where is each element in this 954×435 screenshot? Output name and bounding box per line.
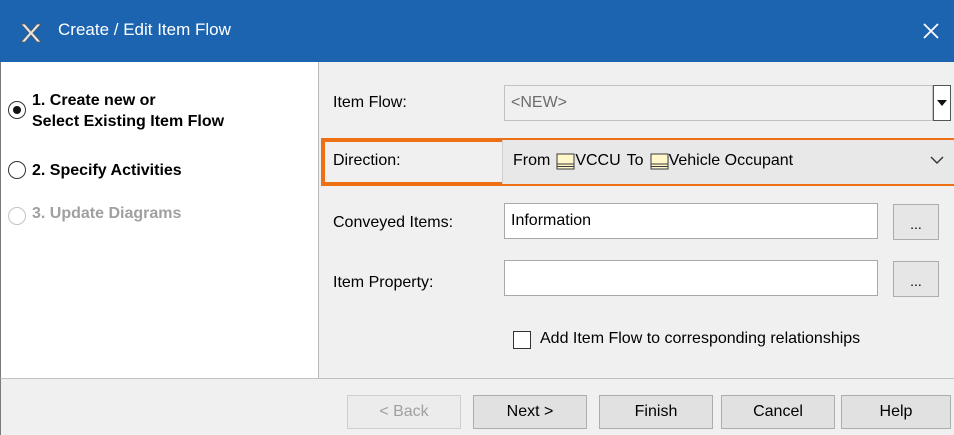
conveyed-items-browse-button[interactable]: ...	[893, 204, 939, 240]
conveyed-items-label: Conveyed Items:	[333, 214, 454, 231]
add-item-flow-checkbox[interactable]	[513, 331, 531, 349]
step-2-label[interactable]: 2. Specify Activities	[32, 160, 182, 181]
step-1-line1: 1. Create new or	[32, 92, 156, 109]
close-icon	[923, 23, 939, 39]
direction-value: From VCCU To Vehicle Occupant	[513, 152, 793, 170]
item-flow-label: Item Flow:	[333, 94, 407, 111]
button-bar: < Back Next > Finish Cancel Help	[0, 378, 954, 435]
item-flow-field[interactable]: <NEW>	[504, 85, 933, 121]
block-icon	[650, 153, 669, 169]
add-item-flow-label[interactable]: Add Item Flow to corresponding relations…	[540, 330, 860, 348]
help-button[interactable]: Help	[841, 395, 951, 429]
chevron-down-icon	[937, 100, 947, 106]
step-2-radio[interactable]	[8, 161, 26, 179]
direction-source: VCCU	[575, 152, 621, 169]
next-button[interactable]: Next >	[473, 395, 587, 429]
step-1-radio[interactable]	[8, 101, 26, 119]
title-bar: Create / Edit Item Flow	[0, 0, 954, 62]
back-button[interactable]: < Back	[347, 395, 461, 429]
direction-label: Direction:	[333, 152, 401, 169]
block-icon	[556, 153, 575, 169]
conveyed-items-field[interactable]: Information	[504, 203, 878, 239]
step-3-label: 3. Update Diagrams	[32, 205, 182, 222]
item-property-label: Item Property:	[333, 274, 434, 291]
cancel-button[interactable]: Cancel	[721, 395, 835, 429]
direction-target: Vehicle Occupant	[668, 152, 794, 169]
close-button[interactable]	[914, 14, 948, 48]
step-1-label[interactable]: 1. Create new or Select Existing Item Fl…	[32, 90, 224, 132]
magicdraw-x-icon	[20, 23, 42, 43]
step-3-radio	[8, 207, 26, 225]
window-title: Create / Edit Item Flow	[58, 20, 231, 39]
finish-button[interactable]: Finish	[599, 395, 713, 429]
item-flow-dropdown-button[interactable]	[933, 85, 951, 121]
direction-to-text: To	[626, 152, 644, 169]
step-1-line2: Select Existing Item Flow	[32, 113, 225, 130]
direction-from-text: From	[513, 152, 551, 169]
item-property-browse-button[interactable]: ...	[893, 261, 939, 297]
direction-combobox[interactable]: From VCCU To Vehicle Occupant	[502, 140, 954, 184]
steps-panel: 1. Create new or Select Existing Item Fl…	[0, 62, 318, 378]
chevron-down-icon	[930, 156, 944, 164]
item-property-field[interactable]	[504, 260, 878, 296]
